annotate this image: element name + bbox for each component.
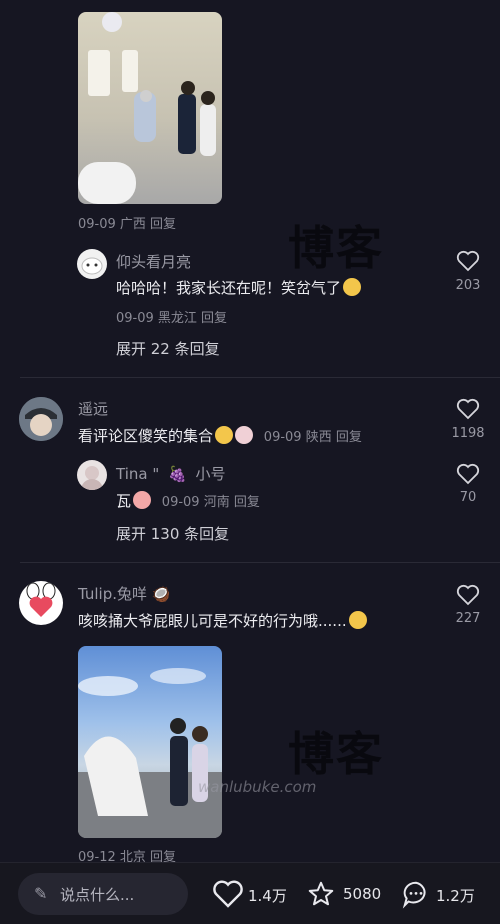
watermark-logo: 博客	[288, 212, 384, 278]
expand-replies-button[interactable]: 展开 130 条回复	[116, 523, 229, 544]
comment-text: 咳咳捅大爷屁眼儿可是不好的行为哦......	[78, 610, 367, 631]
like-heart-icon[interactable]	[456, 250, 480, 272]
comment-meta[interactable]: 09-09 黑龙江 回复	[116, 307, 227, 326]
like-heart-icon	[213, 880, 243, 908]
avatar[interactable]	[19, 581, 63, 625]
comment-text-content: 哈哈哈！我家长还在呢！笑岔气了	[116, 279, 342, 297]
laughing-emoji-icon	[348, 611, 367, 629]
comment-text-content: 咳咳捅大爷屁眼儿可是不好的行为哦......	[78, 612, 347, 630]
laughing-emoji-icon	[215, 426, 234, 444]
comment-input[interactable]: ✎ 说点什么...	[18, 873, 188, 915]
like-count: 203	[455, 278, 481, 293]
comment-meta[interactable]: 09-09 河南 回复	[162, 495, 260, 510]
like-heart-icon[interactable]	[456, 463, 480, 485]
watermark-url: wanlubuke.com	[198, 778, 317, 796]
like-count: 70	[459, 490, 477, 505]
comment-count: 1.2万	[436, 887, 475, 905]
avatar[interactable]	[77, 460, 107, 490]
like-count: 227	[455, 611, 481, 626]
comment-photo-1[interactable]	[78, 12, 222, 204]
like-heart-icon[interactable]	[456, 398, 480, 420]
comment-input-placeholder: 说点什么...	[60, 886, 135, 904]
avatar[interactable]	[19, 397, 63, 441]
comment-text: 瓦 09-09 河南 回复	[116, 490, 260, 511]
comment-meta[interactable]: 09-09 陕西 回复	[264, 430, 362, 445]
username-text: Tina "	[116, 465, 160, 483]
watermark-text: 博客	[288, 221, 384, 275]
coconut-icon: 🥥	[151, 585, 171, 603]
favorite-count: 5080	[343, 885, 382, 903]
pencil-icon: ✎	[34, 884, 48, 903]
divider	[20, 377, 500, 378]
divider	[20, 562, 500, 563]
comment-text: 看评论区傻笑的集合 09-09 陕西 回复	[78, 425, 362, 446]
grape-icon: 🍇	[168, 465, 187, 483]
expand-replies-button[interactable]: 展开 22 条回复	[116, 338, 220, 359]
laughing-emoji-icon	[343, 278, 362, 296]
avatar[interactable]	[77, 249, 107, 279]
watermark-text: 博客	[288, 727, 384, 781]
like-count: 1198	[451, 426, 485, 441]
username[interactable]: 遥远	[78, 398, 108, 419]
username[interactable]: 仰头看月亮	[116, 251, 191, 272]
comment-meta[interactable]: 09-09 广西 回复	[78, 213, 176, 232]
username[interactable]: Tina " 🍇 小号	[116, 463, 226, 484]
comment-text: 哈哈哈！我家长还在呢！笑岔气了	[116, 277, 362, 298]
watermark-logo: 博客	[288, 718, 384, 784]
like-count: 1.4万	[248, 887, 287, 905]
like-heart-icon[interactable]	[456, 584, 480, 606]
username-text: Tulip.兔咩	[78, 585, 148, 603]
alt-account-tag: 小号	[195, 465, 226, 483]
bunny-emoji-icon	[235, 426, 254, 444]
comment-bubble-icon	[402, 881, 426, 909]
comment-photo-2[interactable]	[78, 646, 222, 838]
username[interactable]: Tulip.兔咩 🥥	[78, 583, 171, 604]
star-icon	[308, 881, 334, 906]
peach-emoji-icon	[133, 491, 152, 509]
comment-text-content: 看评论区傻笑的集合	[78, 427, 214, 445]
comment-text-content: 瓦	[116, 492, 132, 510]
